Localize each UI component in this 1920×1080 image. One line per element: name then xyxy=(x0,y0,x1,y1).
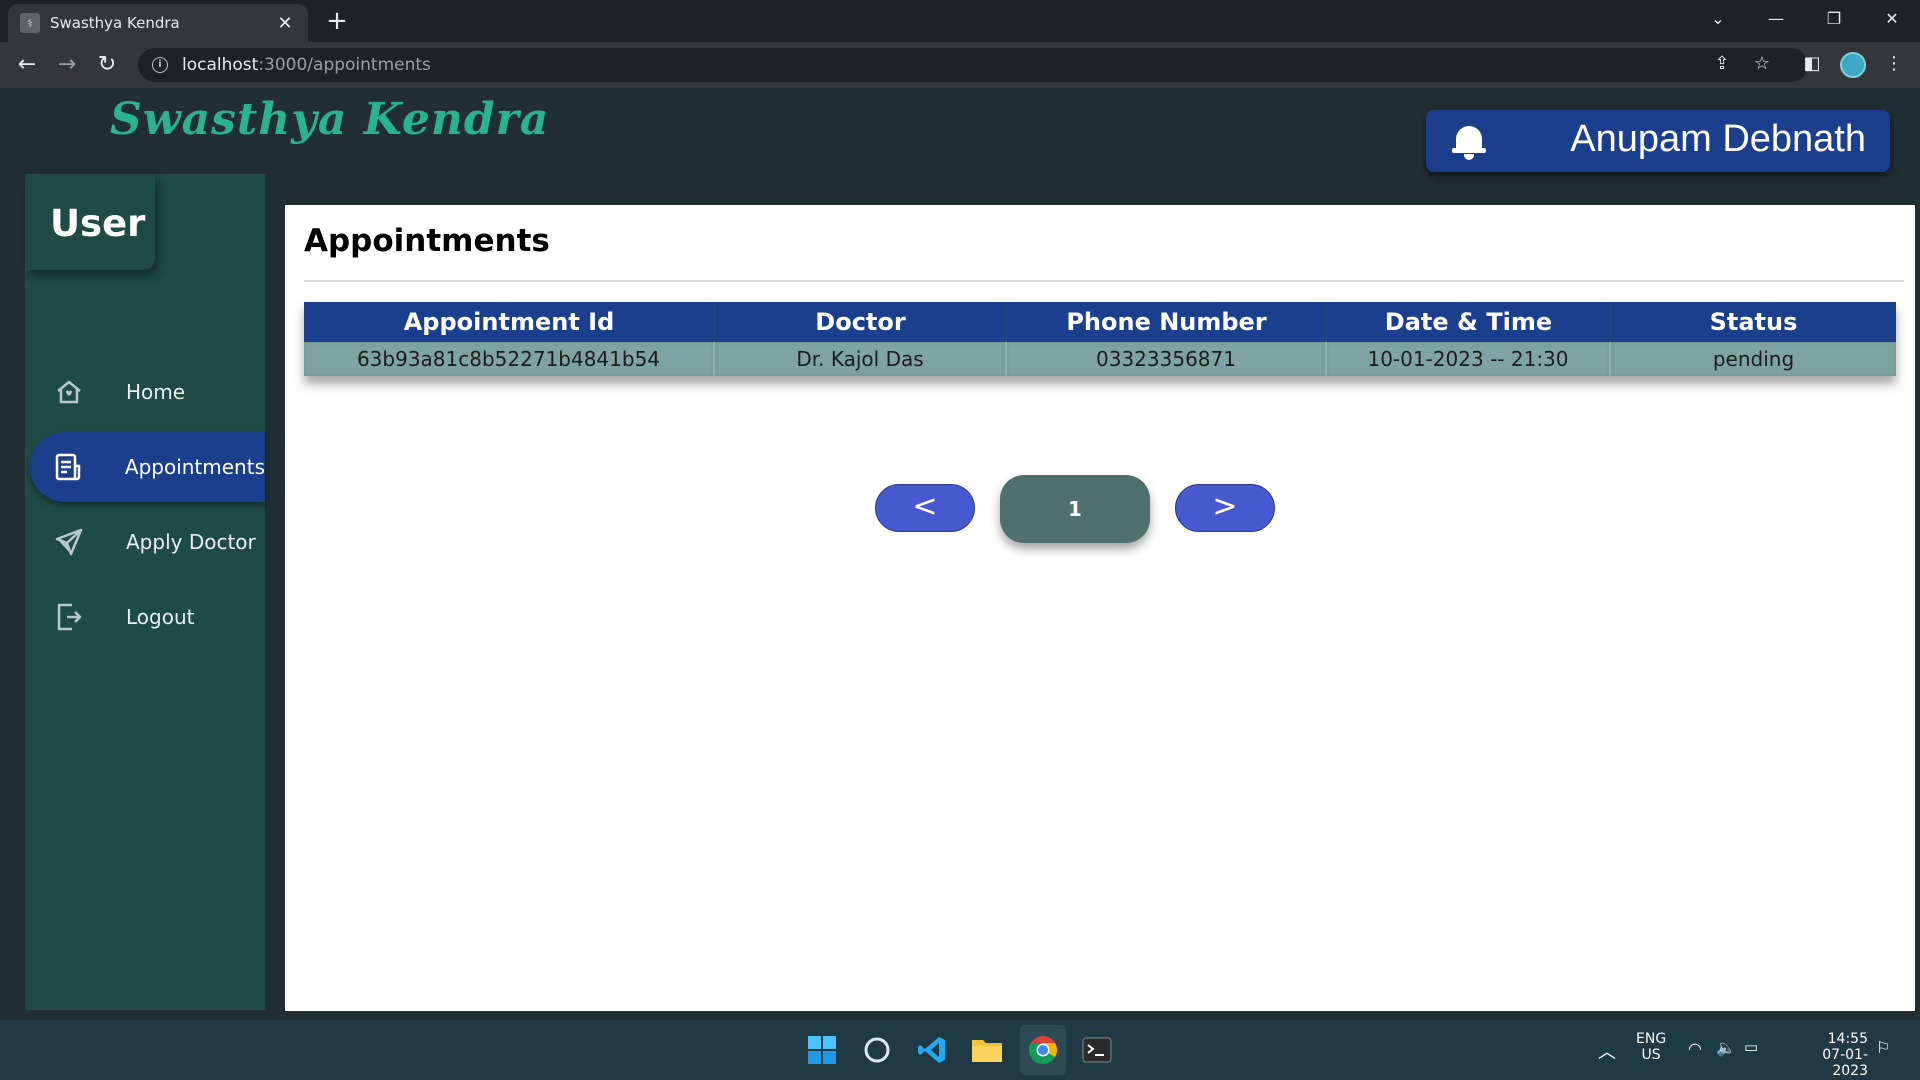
wifi-icon[interactable]: ◠ xyxy=(1688,1039,1702,1058)
title-divider xyxy=(304,280,1904,282)
language-indicator[interactable]: ENG US xyxy=(1636,1031,1666,1063)
vscode-icon[interactable] xyxy=(914,1032,950,1068)
send-icon xyxy=(52,525,86,559)
browser-tabbar: ⚕ Swasthya Kendra ✕ + ⌄ — ❐ ✕ xyxy=(0,0,1920,42)
tab-title: Swasthya Kendra xyxy=(50,14,180,32)
sidebar-item-logout[interactable]: Logout xyxy=(30,582,265,652)
back-button[interactable]: ← xyxy=(12,50,42,80)
file-explorer-icon[interactable] xyxy=(969,1032,1005,1068)
sidebar-item-home[interactable]: Home xyxy=(30,357,265,427)
forward-button[interactable]: → xyxy=(52,50,82,80)
sidebar: User Home Appointments Apply Doctor Logo… xyxy=(25,174,265,1010)
app-root: Swasthya Kendra Anupam Debnath User Home… xyxy=(0,88,1920,1020)
tray-chevron-icon[interactable]: ︿ xyxy=(1598,1038,1616,1064)
url-host: localhost xyxy=(182,55,259,75)
notification-icon[interactable]: ⚐ xyxy=(1876,1038,1890,1057)
sidebar-item-label: Apply Doctor xyxy=(126,530,256,554)
profile-avatar[interactable] xyxy=(1840,52,1866,78)
language-code: ENG xyxy=(1636,1031,1667,1047)
site-info-icon[interactable]: i xyxy=(152,57,168,73)
restore-button[interactable]: ❐ xyxy=(1806,0,1862,40)
sidebar-item-appointments[interactable]: Appointments xyxy=(30,432,265,502)
phone-cell: 03323356871 xyxy=(1007,342,1327,376)
browser-tab[interactable]: ⚕ Swasthya Kendra ✕ xyxy=(8,4,308,42)
chrome-icon[interactable] xyxy=(1025,1032,1061,1068)
clock-date: 07-01-2023 xyxy=(1822,1047,1868,1079)
user-name: Anupam Debnath xyxy=(1570,118,1866,160)
column-header: Status xyxy=(1709,308,1798,336)
sidebar-item-label: Appointments xyxy=(124,455,265,479)
status-cell: pending xyxy=(1611,342,1896,376)
address-bar[interactable]: i localhost:3000/appointments xyxy=(138,48,1808,82)
appointment-id-cell: 63b93a81c8b52271b4841b54 xyxy=(304,342,715,376)
share-icon[interactable]: ⇪ xyxy=(1708,50,1736,78)
document-icon xyxy=(52,450,85,484)
sidebar-item-label: Logout xyxy=(126,605,195,629)
next-page-button[interactable]: > xyxy=(1175,484,1275,532)
tab-search-icon[interactable]: ⌄ xyxy=(1690,0,1746,40)
tab-close-icon[interactable]: ✕ xyxy=(274,13,296,34)
browser-toolbar: ← → ↻ i localhost:3000/appointments ⇪ ☆ … xyxy=(0,42,1920,88)
volume-icon[interactable]: 🔈 xyxy=(1716,1038,1736,1057)
site-favicon-icon: ⚕ xyxy=(20,13,40,33)
column-header: Doctor xyxy=(715,302,1007,342)
main-content: Appointments Appointment Id Doctor Phone… xyxy=(285,205,1915,1011)
windows-start-icon[interactable] xyxy=(804,1032,840,1068)
table-header-row: Appointment Id Doctor Phone Number Date … xyxy=(304,302,1896,342)
role-label: User xyxy=(25,174,155,270)
clock[interactable]: 14:55 07-01-2023 xyxy=(1788,1031,1868,1079)
column-header: Appointment Id xyxy=(304,302,715,342)
close-window-button[interactable]: ✕ xyxy=(1864,0,1920,40)
page-title: Appointments xyxy=(304,223,550,259)
region-code: US xyxy=(1641,1047,1661,1063)
appointments-table: Appointment Id Doctor Phone Number Date … xyxy=(304,302,1896,376)
column-header: Date & Time xyxy=(1327,302,1611,342)
user-header-box: Anupam Debnath xyxy=(1426,110,1890,172)
new-tab-button[interactable]: + xyxy=(322,6,352,36)
terminal-icon[interactable] xyxy=(1079,1032,1115,1068)
logout-icon xyxy=(52,600,86,634)
brand-logo[interactable]: Swasthya Kendra xyxy=(110,94,549,145)
url-path: :3000/appointments xyxy=(258,55,431,75)
doctor-cell: Dr. Kajol Das xyxy=(715,342,1007,376)
sidebar-item-label: Home xyxy=(126,380,186,404)
clock-time: 14:55 xyxy=(1827,1031,1868,1047)
datetime-cell: 10-01-2023 -- 21:30 xyxy=(1327,342,1611,376)
os-taskbar: ︿ ENG US ◠ 🔈 ▭ 14:55 07-01-2023 ⚐ xyxy=(0,1020,1920,1080)
search-cortana-icon[interactable] xyxy=(859,1032,895,1068)
column-header: Phone Number xyxy=(1007,302,1327,342)
minimize-button[interactable]: — xyxy=(1748,0,1804,40)
battery-icon[interactable]: ▭ xyxy=(1744,1038,1758,1056)
reload-button[interactable]: ↻ xyxy=(92,50,122,80)
sidebar-item-apply-doctor[interactable]: Apply Doctor xyxy=(30,507,265,577)
home-icon xyxy=(52,375,86,409)
side-panel-icon[interactable]: ◧ xyxy=(1798,50,1826,78)
current-page-indicator[interactable]: 1 xyxy=(1000,475,1150,543)
bookmark-star-icon[interactable]: ☆ xyxy=(1748,50,1776,78)
prev-page-button[interactable]: < xyxy=(875,484,975,532)
table-row: 63b93a81c8b52271b4841b54 Dr. Kajol Das 0… xyxy=(304,342,1896,376)
menu-kebab-icon[interactable]: ⋮ xyxy=(1880,50,1908,78)
bell-icon[interactable] xyxy=(1452,124,1486,160)
